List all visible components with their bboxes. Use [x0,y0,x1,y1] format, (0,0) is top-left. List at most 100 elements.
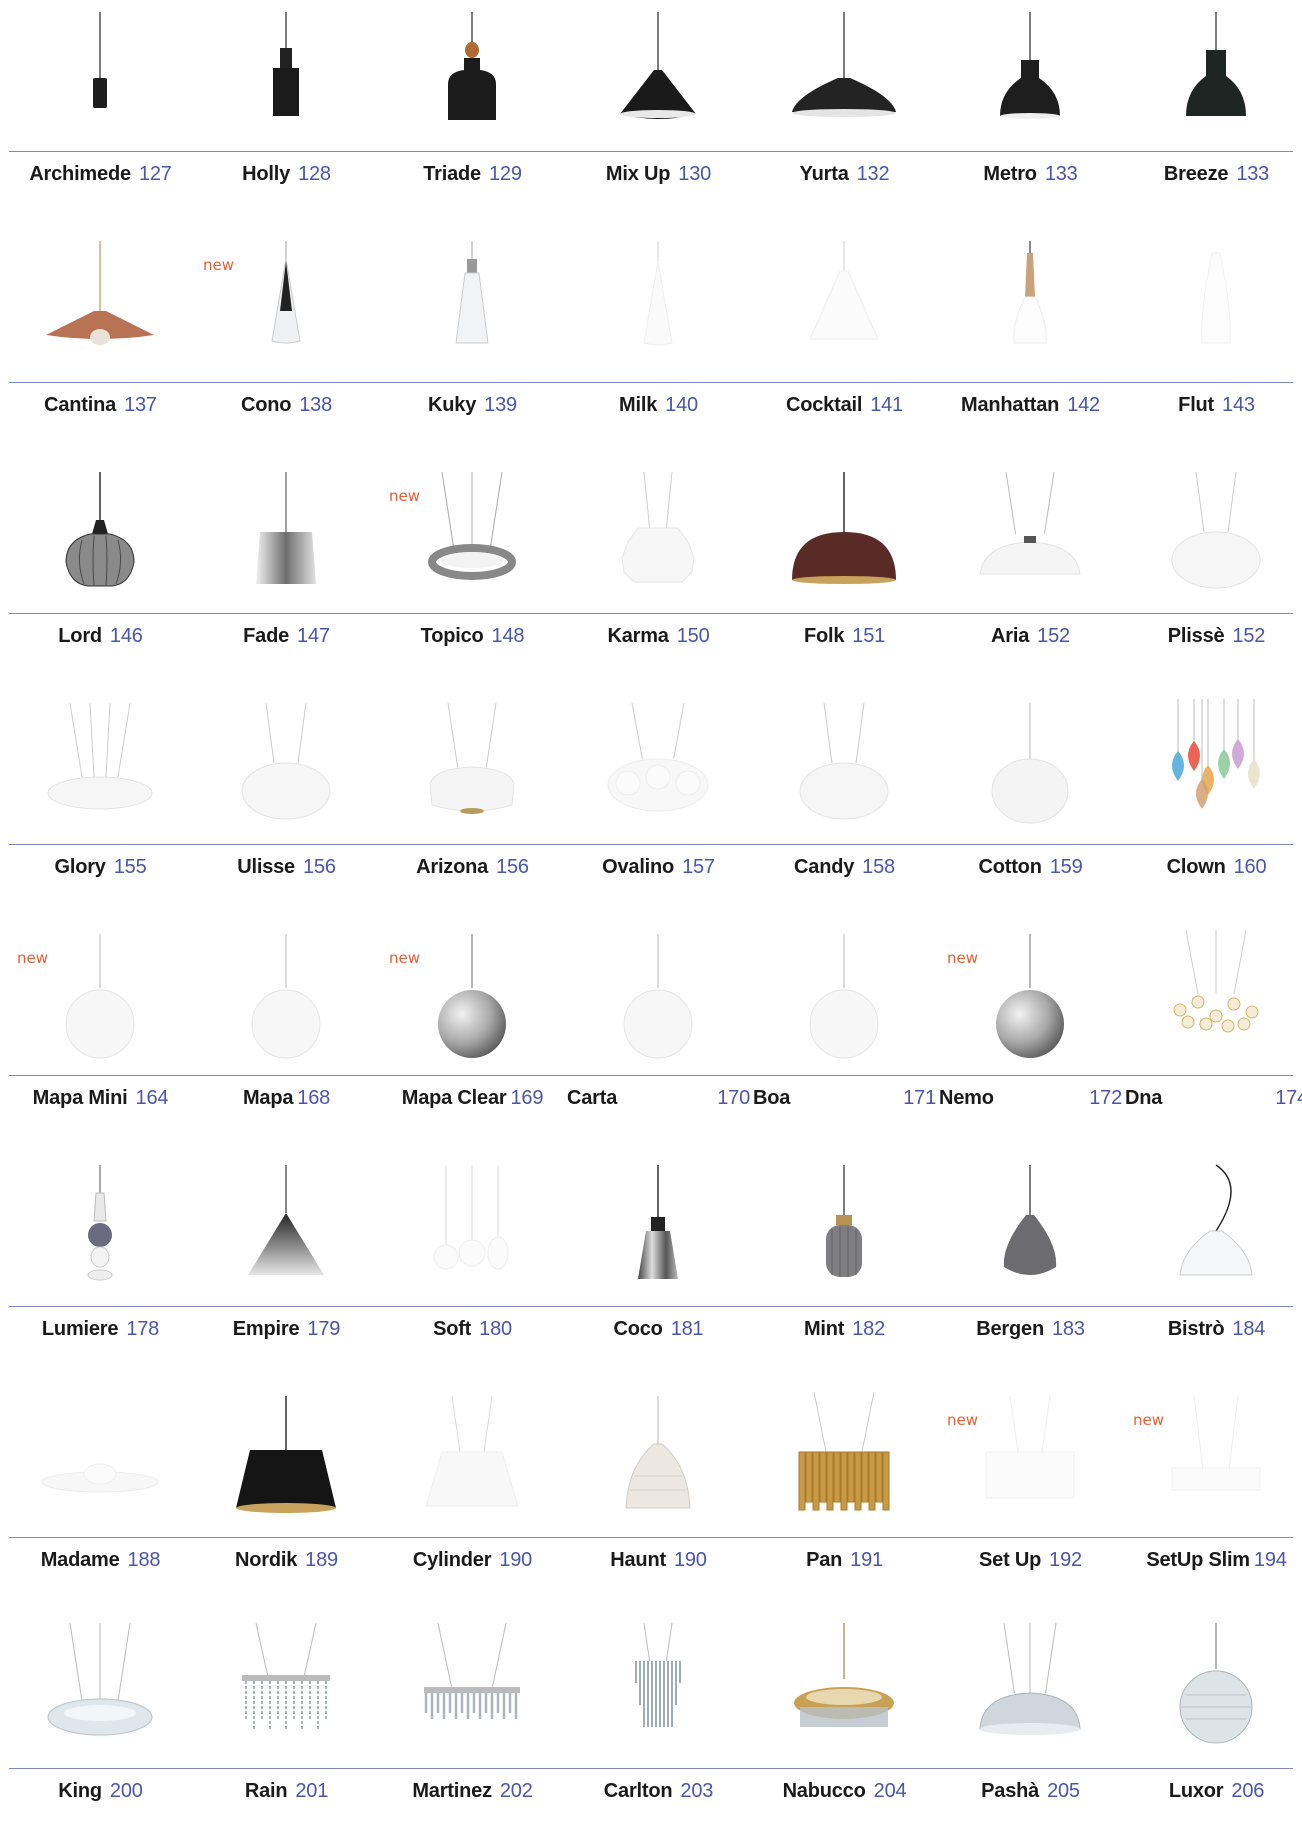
product-item[interactable]: Mint 182 [753,1155,936,1345]
page-number[interactable]: 130 [678,163,711,185]
page-number[interactable]: 164 [136,1087,169,1109]
page-number[interactable]: 138 [299,394,332,416]
page-number[interactable]: 133 [1236,163,1269,185]
page-number[interactable]: 152 [1232,625,1265,647]
page-number[interactable]: 201 [295,1780,328,1802]
product-item[interactable]: Kuky 139 [381,231,564,421]
page-number[interactable]: 178 [126,1318,159,1340]
product-item[interactable]: Holly 128 [195,0,378,190]
page-number[interactable]: 143 [1222,394,1255,416]
page-number[interactable]: 156 [303,856,336,878]
product-item[interactable]: Folk 151 [753,462,936,652]
page-number[interactable]: 139 [484,394,517,416]
product-item[interactable]: Bistrò 184 [1125,1155,1302,1345]
product-item[interactable]: new Topico 148 [381,462,564,652]
page-number[interactable]: 200 [110,1780,143,1802]
product-item[interactable]: Soft 180 [381,1155,564,1345]
page-number[interactable]: 191 [850,1549,883,1571]
product-item[interactable]: Ulisse 156 [195,693,378,883]
page-number[interactable]: 205 [1047,1780,1080,1802]
product-item[interactable]: Mapa 168 [195,924,378,1114]
product-item[interactable]: Pashà 205 [939,1617,1122,1807]
page-number[interactable]: 156 [496,856,529,878]
product-item[interactable]: Arizona 156 [381,693,564,883]
page-number[interactable]: 168 [297,1087,330,1109]
product-item[interactable]: Triade 129 [381,0,564,190]
page-number[interactable]: 146 [110,625,143,647]
page-number[interactable]: 179 [307,1318,340,1340]
page-number[interactable]: 188 [128,1549,161,1571]
page-number[interactable]: 182 [852,1318,885,1340]
product-item[interactable]: Ovalino 157 [567,693,750,883]
product-item[interactable]: Cylinder 190 [381,1386,564,1576]
page-number[interactable]: 170 [717,1087,750,1110]
product-item[interactable]: Bergen 183 [939,1155,1122,1345]
product-item[interactable]: Coco 181 [567,1155,750,1345]
product-item[interactable]: Fade 147 [195,462,378,652]
page-number[interactable]: 141 [870,394,903,416]
product-item[interactable]: Dna 174 [1125,924,1302,1114]
page-number[interactable]: 194 [1254,1549,1287,1571]
product-item[interactable]: Haunt 190 [567,1386,750,1576]
page-number[interactable]: 183 [1052,1318,1085,1340]
product-item[interactable]: Aria 152 [939,462,1122,652]
product-item[interactable]: Luxor 206 [1125,1617,1302,1807]
product-item[interactable]: Rain 201 [195,1617,378,1807]
page-number[interactable]: 137 [124,394,157,416]
page-number[interactable]: 171 [903,1087,936,1110]
page-number[interactable]: 150 [677,625,710,647]
product-item[interactable]: Nabucco 204 [753,1617,936,1807]
product-item[interactable]: Manhattan 142 [939,231,1122,421]
page-number[interactable]: 203 [680,1780,713,1802]
page-number[interactable]: 148 [492,625,525,647]
page-number[interactable]: 129 [489,163,522,185]
page-number[interactable]: 159 [1050,856,1083,878]
page-number[interactable]: 158 [862,856,895,878]
product-item[interactable]: Boa 171 [753,924,936,1114]
product-item[interactable]: Clown 160 [1125,693,1302,883]
product-item[interactable]: Mix Up 130 [567,0,750,190]
product-item[interactable]: Yurta 132 [753,0,936,190]
product-item[interactable]: Plissè 152 [1125,462,1302,652]
page-number[interactable]: 180 [479,1318,512,1340]
product-item[interactable]: Madame 188 [9,1386,192,1576]
product-item[interactable]: Carta 170 [567,924,750,1114]
product-item[interactable]: Karma 150 [567,462,750,652]
product-item[interactable]: Carlton 203 [567,1617,750,1807]
product-item[interactable]: King 200 [9,1617,192,1807]
product-item[interactable]: new Mapa Clear 169 [381,924,564,1114]
page-number[interactable]: 155 [114,856,147,878]
page-number[interactable]: 152 [1037,625,1070,647]
page-number[interactable]: 127 [139,163,172,185]
page-number[interactable]: 174 [1275,1087,1302,1110]
product-item[interactable]: new Set Up 192 [939,1386,1122,1576]
product-item[interactable]: Flut 143 [1125,231,1302,421]
product-item[interactable]: Archimede 127 [9,0,192,190]
product-item[interactable]: Candy 158 [753,693,936,883]
product-item[interactable]: new Nemo 172 [939,924,1122,1114]
page-number[interactable]: 172 [1089,1087,1122,1110]
page-number[interactable]: 142 [1067,394,1100,416]
product-item[interactable]: Cotton 159 [939,693,1122,883]
product-item[interactable]: new Mapa Mini 164 [9,924,192,1114]
product-item[interactable]: Glory 155 [9,693,192,883]
page-number[interactable]: 189 [305,1549,338,1571]
page-number[interactable]: 204 [874,1780,907,1802]
page-number[interactable]: 133 [1045,163,1078,185]
page-number[interactable]: 181 [671,1318,704,1340]
page-number[interactable]: 190 [499,1549,532,1571]
product-item[interactable]: Lumiere 178 [9,1155,192,1345]
product-item[interactable]: Lord 146 [9,462,192,652]
product-item[interactable]: Cantina 137 [9,231,192,421]
product-item[interactable]: Cocktail 141 [753,231,936,421]
product-item[interactable]: Empire 179 [195,1155,378,1345]
page-number[interactable]: 206 [1231,1780,1264,1802]
page-number[interactable]: 160 [1234,856,1267,878]
product-item[interactable]: Milk 140 [567,231,750,421]
page-number[interactable]: 128 [298,163,331,185]
product-item[interactable]: new Cono 138 [195,231,378,421]
page-number[interactable]: 184 [1232,1318,1265,1340]
page-number[interactable]: 169 [510,1087,543,1109]
page-number[interactable]: 140 [665,394,698,416]
page-number[interactable]: 147 [297,625,330,647]
